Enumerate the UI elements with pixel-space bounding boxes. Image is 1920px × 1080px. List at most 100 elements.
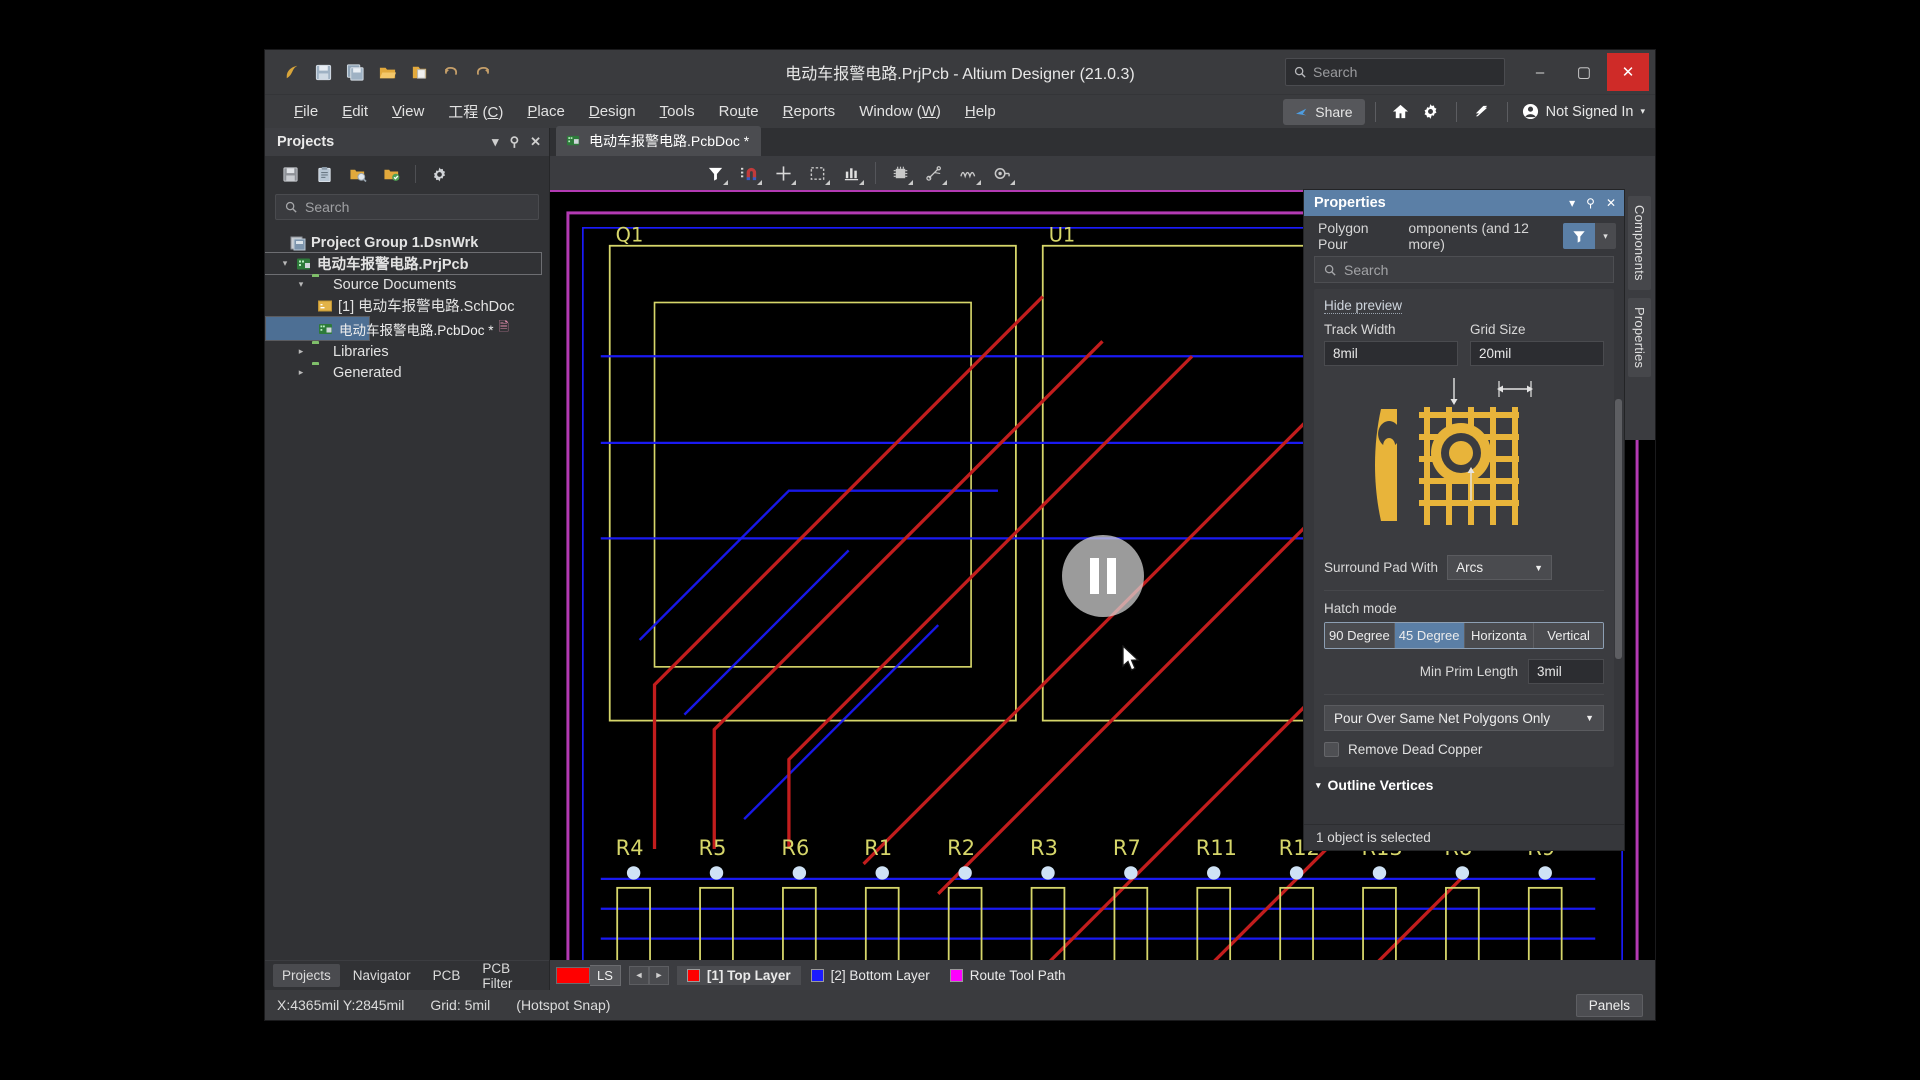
- tree-arrow-source[interactable]: ▾: [295, 279, 307, 290]
- filter-dropdown-button[interactable]: ▾: [1595, 223, 1617, 249]
- open-project-search-icon[interactable]: [347, 163, 369, 185]
- tree-arrow-libraries[interactable]: ▸: [295, 346, 307, 357]
- menu-item-place[interactable]: Place: [516, 99, 576, 124]
- tree-item-prjpcb[interactable]: ▾ 电动车报警电路.PrjPcb: [265, 252, 542, 275]
- close-button[interactable]: ✕: [1607, 53, 1649, 91]
- filter-icon[interactable]: [700, 160, 730, 186]
- menu-item-route[interactable]: Route: [708, 99, 770, 124]
- redo-icon[interactable]: [469, 58, 497, 86]
- tab-projects[interactable]: Projects: [273, 964, 340, 987]
- account-button[interactable]: Not Signed In ▾: [1518, 103, 1645, 120]
- properties-scrollbar[interactable]: [1615, 399, 1622, 659]
- gear-icon[interactable]: [428, 163, 450, 185]
- save-all-icon[interactable]: [341, 58, 369, 86]
- dock-tab-properties[interactable]: Properties: [1628, 297, 1651, 377]
- dock-tab-components[interactable]: Components: [1628, 196, 1651, 290]
- hatch-mode-45-degree[interactable]: 45 Degree: [1394, 623, 1465, 648]
- chevron-down-icon[interactable]: ▾: [1569, 196, 1575, 210]
- route-net-icon[interactable]: [919, 160, 949, 186]
- layers-chart-icon[interactable]: [836, 160, 866, 186]
- tab-navigator[interactable]: Navigator: [344, 964, 420, 987]
- menu-item-help[interactable]: Help: [954, 99, 1007, 124]
- pour-over-value: Pour Over Same Net Polygons Only: [1334, 710, 1551, 726]
- projects-search-input[interactable]: Search: [275, 194, 539, 220]
- properties-search-input[interactable]: Search: [1314, 256, 1614, 283]
- altium-logo-icon[interactable]: [277, 58, 305, 86]
- outline-vertices-label: Outline Vertices: [1327, 777, 1434, 793]
- hatch-mode-90-degree[interactable]: 90 Degree: [1325, 623, 1395, 648]
- layer-color-top: [686, 968, 700, 982]
- sch-doc-icon: [317, 298, 333, 314]
- close-icon[interactable]: ✕: [1606, 196, 1616, 210]
- tree-arrow-generated[interactable]: ▸: [295, 367, 307, 378]
- hide-preview-link[interactable]: Hide preview: [1324, 298, 1403, 314]
- crosshair-icon[interactable]: [768, 160, 798, 186]
- differential-pair-icon[interactable]: [953, 160, 983, 186]
- open-folder-icon[interactable]: [373, 58, 401, 86]
- global-search-input[interactable]: Search: [1285, 58, 1505, 86]
- pin-icon[interactable]: ⚲: [510, 134, 520, 150]
- tree-item-project-group[interactable]: Project Group 1.DsnWrk: [265, 232, 549, 253]
- min-prim-length-input[interactable]: 3mil: [1528, 659, 1604, 684]
- remove-dead-copper-checkbox[interactable]: [1324, 742, 1339, 757]
- tab-pcb-filter[interactable]: PCB Filter: [473, 957, 541, 995]
- layer-next-button[interactable]: ►: [648, 965, 669, 985]
- save-project-icon[interactable]: [279, 163, 301, 185]
- layer-tab-top[interactable]: [1] Top Layer: [676, 965, 801, 985]
- layer-prev-button[interactable]: ◄: [628, 965, 649, 985]
- pcb-resistor: R6: [781, 836, 817, 960]
- layer-tab-route-tool-path[interactable]: Route Tool Path: [940, 966, 1076, 985]
- undo-icon[interactable]: [437, 58, 465, 86]
- account-chevron-down-icon[interactable]: ▾: [1640, 106, 1645, 117]
- tree-item-pcbdoc[interactable]: 电动车报警电路.PcbDoc * 🗎: [265, 316, 509, 341]
- clipboard-icon[interactable]: [313, 163, 335, 185]
- surround-pad-select[interactable]: Arcs ▼: [1447, 555, 1553, 580]
- tree-item-generated[interactable]: ▸ Generated: [265, 362, 549, 383]
- panels-button[interactable]: Panels: [1575, 993, 1643, 1017]
- minimize-button[interactable]: –: [1519, 53, 1561, 91]
- menu-bar: File Edit View 工程 (C) Place Design Tools…: [265, 94, 1655, 128]
- ls-label[interactable]: LS: [590, 964, 621, 986]
- hatch-mode-horizontal[interactable]: Horizonta: [1464, 623, 1535, 648]
- via-pad-icon[interactable]: [987, 160, 1017, 186]
- share-button[interactable]: Share: [1283, 98, 1365, 125]
- pour-over-select[interactable]: Pour Over Same Net Polygons Only ▼: [1324, 705, 1604, 731]
- project-options-icon[interactable]: [381, 163, 403, 185]
- tree-item-source-documents[interactable]: ▾ Source Documents: [265, 274, 549, 295]
- track-width-input[interactable]: 8mil: [1324, 341, 1458, 366]
- funnel-icon[interactable]: [1563, 223, 1596, 249]
- chevron-down-icon[interactable]: ▾: [492, 134, 499, 150]
- open-project-icon[interactable]: [405, 58, 433, 86]
- tab-pcb[interactable]: PCB: [424, 964, 470, 987]
- menu-item-file[interactable]: File: [283, 99, 329, 124]
- svg-text:R7: R7: [1113, 836, 1141, 860]
- pin-icon[interactable]: ⚲: [1586, 196, 1595, 210]
- hatch-mode-vertical[interactable]: Vertical: [1534, 623, 1603, 648]
- save-icon[interactable]: [309, 58, 337, 86]
- gear-icon[interactable]: [1416, 99, 1446, 125]
- menu-item-tools[interactable]: Tools: [649, 99, 706, 124]
- document-tab-pcbdoc[interactable]: 电动车报警电路.PcbDoc *: [556, 126, 762, 156]
- menu-item-window[interactable]: Window (W): [848, 99, 952, 124]
- menu-item-design[interactable]: Design: [578, 99, 647, 124]
- selection-box-icon[interactable]: [802, 160, 832, 186]
- remove-dead-copper-row[interactable]: Remove Dead Copper: [1324, 742, 1604, 757]
- layer-color-swatch[interactable]: [556, 966, 590, 984]
- tree-item-schdoc[interactable]: [1] 电动车报警电路.SchDoc: [265, 295, 549, 316]
- layer-tab-bottom[interactable]: [2] Bottom Layer: [801, 966, 940, 985]
- snap-magnet-icon[interactable]: [734, 160, 764, 186]
- grid-size-input[interactable]: 20mil: [1470, 341, 1604, 366]
- tree-item-libraries[interactable]: ▸ Libraries: [265, 341, 549, 362]
- notification-icon[interactable]: [1467, 99, 1497, 125]
- component-chip-icon[interactable]: [885, 160, 915, 186]
- menu-item-edit[interactable]: Edit: [331, 99, 379, 124]
- tree-arrow-prjpcb[interactable]: ▾: [279, 258, 291, 269]
- maximize-button[interactable]: ▢: [1563, 53, 1605, 91]
- menu-item-reports[interactable]: Reports: [772, 99, 847, 124]
- global-search-placeholder: Search: [1313, 64, 1358, 80]
- menu-item-view[interactable]: View: [381, 99, 435, 124]
- close-icon[interactable]: ✕: [530, 134, 541, 150]
- menu-item-project[interactable]: 工程 (C): [437, 97, 514, 126]
- home-icon[interactable]: [1386, 99, 1416, 125]
- outline-vertices-section-header[interactable]: ▾ Outline Vertices: [1314, 777, 1614, 793]
